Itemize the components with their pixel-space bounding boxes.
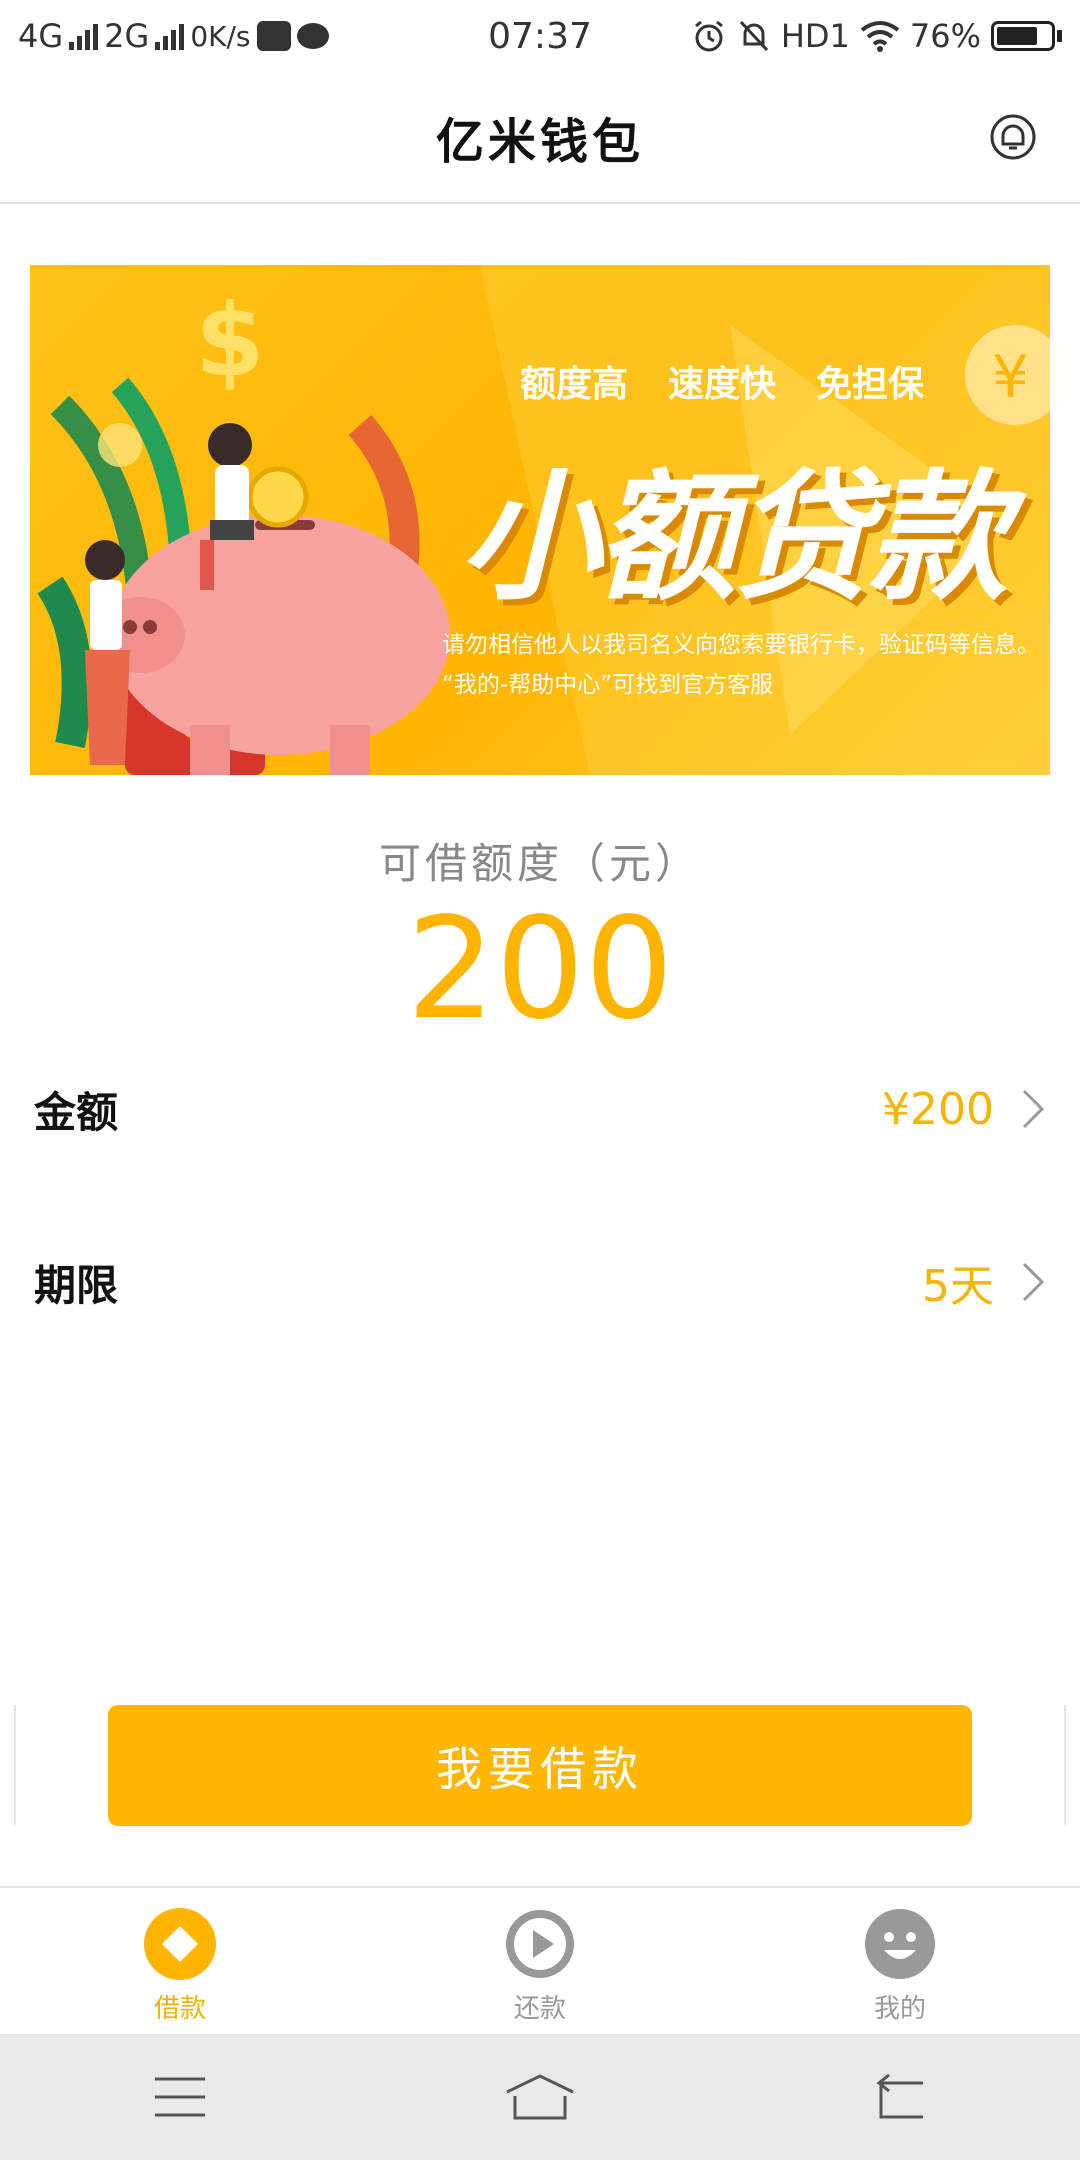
credit-label: 可借额度（元） [378, 839, 701, 888]
battery-icon [991, 21, 1062, 51]
amount-label: 金额 [34, 1087, 119, 1137]
tab-label: 我的 [873, 1994, 926, 2024]
network-type-2: 2G [104, 17, 150, 55]
play-icon [506, 1910, 574, 1978]
signal-icon [69, 22, 99, 50]
amount-row[interactable]: 金额 ¥200 [0, 1054, 1080, 1164]
banner-tag: 速度快 [668, 363, 777, 405]
svg-text:$: $ [195, 282, 265, 399]
banner-notice-line: “我的-帮助中心”可找到官方客服 [442, 672, 774, 698]
bottom-tab-bar: 借款 还款 我的 [0, 1886, 1080, 2034]
divider [1064, 1705, 1066, 1825]
diamond-icon [144, 1908, 216, 1980]
status-left: 4G 2G 0K/s [18, 17, 438, 55]
app-header: 亿米钱包 [0, 72, 1080, 204]
tab-label: 还款 [513, 1994, 566, 2024]
status-bar: 4G 2G 0K/s 07:37 HD1 76% [0, 0, 1080, 72]
promo-banner[interactable]: $ ¥ 额度高 速度快 免担保 小额贷款 请勿相信他人以我司名义向您索要银行卡，… [30, 265, 1050, 775]
app-notification-icon [256, 21, 291, 51]
back-button[interactable] [855, 2062, 945, 2132]
status-right: HD1 76% [691, 17, 1062, 55]
divider [14, 1705, 16, 1825]
tab-mine[interactable]: 我的 [720, 1888, 1080, 2034]
mute-bell-icon [739, 20, 768, 52]
credit-amount: 200 [406, 888, 674, 1051]
term-label: 期限 [34, 1260, 119, 1310]
term-row[interactable]: 期限 5天 [0, 1227, 1080, 1337]
term-value: 5天 [922, 1261, 994, 1312]
back-icon [876, 2073, 923, 2119]
signal-icon-2 [155, 22, 185, 50]
net-speed: 0K/s [190, 19, 251, 53]
wifi-icon [860, 21, 900, 52]
banner-tag: 额度高 [520, 363, 629, 405]
chevron-right-icon [1022, 1262, 1045, 1302]
borrow-button[interactable]: 我要借款 [108, 1705, 972, 1826]
banner-headline: 小额贷款 [460, 457, 1008, 620]
tab-borrow[interactable]: 借款 [0, 1888, 360, 2034]
home-button[interactable] [495, 2062, 585, 2132]
menu-button[interactable] [135, 2062, 225, 2132]
battery-percent: 76% [909, 17, 981, 55]
message-icon [296, 23, 329, 49]
network-type-1: 4G [18, 17, 64, 55]
home-icon [506, 2074, 574, 2120]
banner-notice-line: 请勿相信他人以我司名义向您索要银行卡，验证码等信息。 [442, 632, 1040, 658]
smiley-icon [865, 1909, 935, 1979]
svg-text:¥: ¥ [992, 343, 1029, 411]
hd-indicator: HD1 [780, 17, 850, 55]
banner-tags: 额度高 速度快 免担保 [520, 355, 924, 407]
system-nav-bar [0, 2034, 1080, 2160]
tab-repay[interactable]: 还款 [360, 1888, 720, 2034]
amount-value: ¥200 [882, 1083, 994, 1135]
chevron-right-icon [1022, 1089, 1045, 1129]
banner-tag: 免担保 [816, 363, 925, 405]
banner-notice: 请勿相信他人以我司名义向您索要银行卡，验证码等信息。 “我的-帮助中心”可找到官… [442, 625, 1042, 705]
tab-label: 借款 [153, 1994, 206, 2024]
page-title: 亿米钱包 [435, 114, 644, 170]
bell-icon[interactable] [988, 112, 1038, 162]
menu-icon [155, 2077, 205, 2117]
alarm-icon [694, 20, 723, 52]
